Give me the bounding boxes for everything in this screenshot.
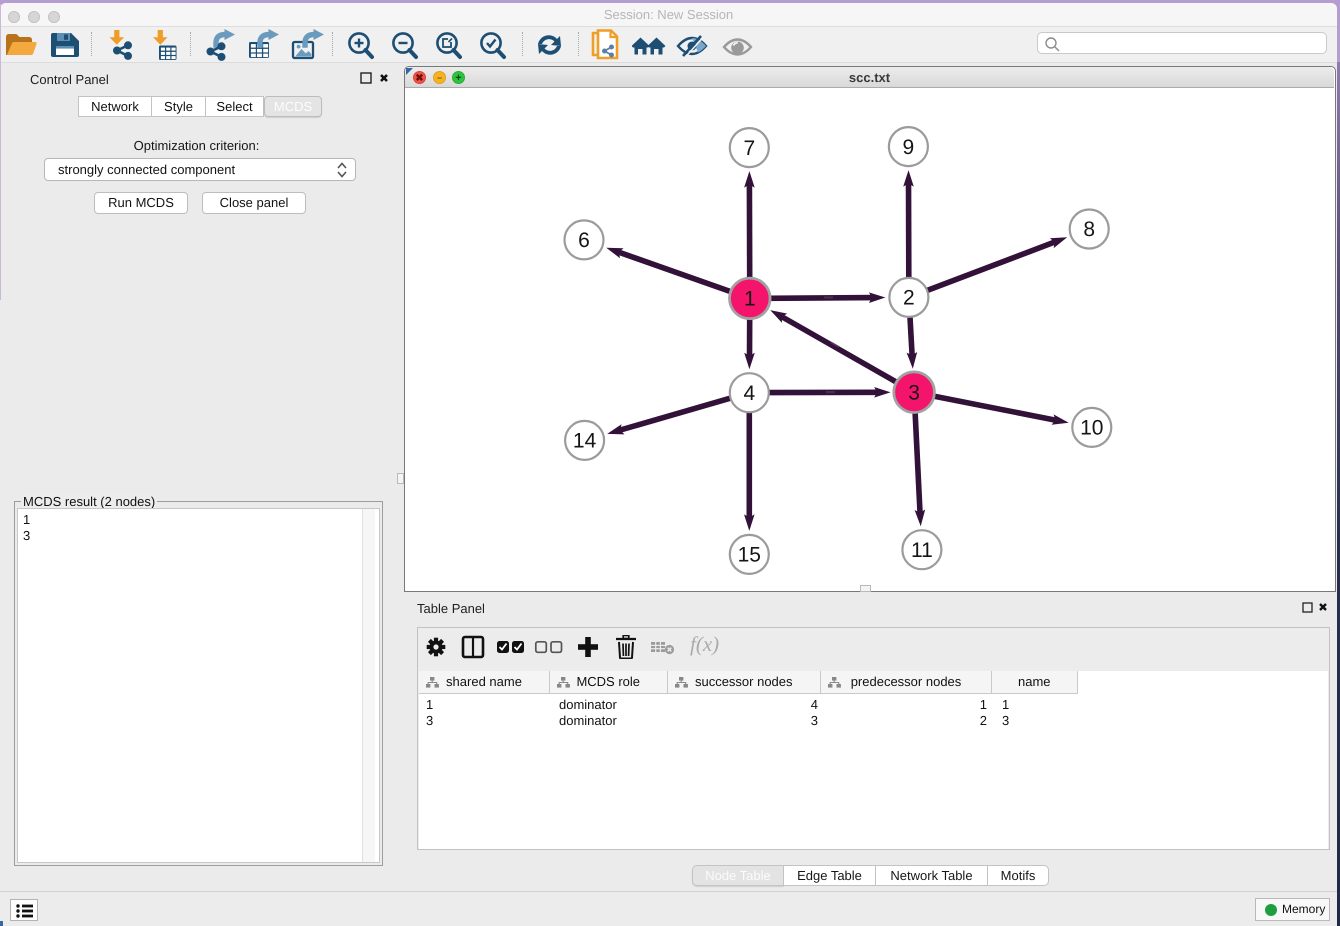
- svg-text:10: 10: [1080, 417, 1103, 440]
- svg-text:6: 6: [578, 229, 590, 252]
- svg-text:9: 9: [903, 136, 915, 159]
- svg-text:15: 15: [738, 544, 761, 567]
- svg-text:7: 7: [743, 137, 755, 160]
- svg-text:11: 11: [911, 539, 933, 562]
- svg-text:3: 3: [908, 381, 920, 404]
- svg-text:1: 1: [744, 288, 756, 311]
- svg-text:14: 14: [573, 430, 597, 453]
- svg-text:2: 2: [903, 287, 915, 310]
- svg-text:8: 8: [1083, 218, 1095, 241]
- svg-text:4: 4: [743, 382, 755, 405]
